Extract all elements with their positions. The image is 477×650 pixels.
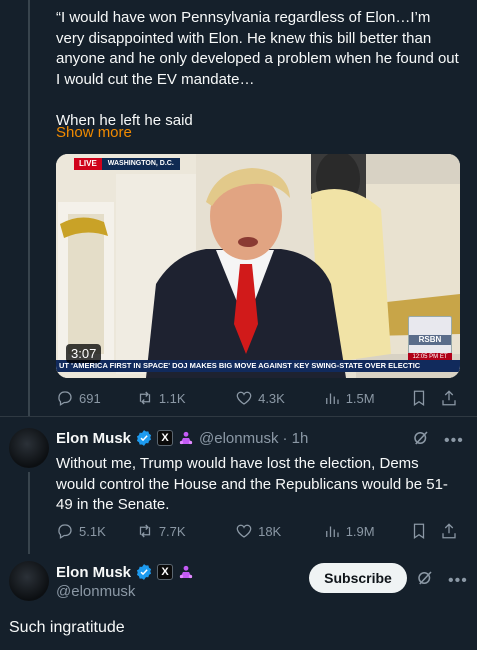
tweet-header-actions: •••	[412, 429, 464, 452]
rsbn-logo: RSBN	[408, 316, 452, 354]
like-button[interactable]: 18K	[229, 522, 317, 540]
news-ticker: UT 'AMERICA FIRST IN SPACE' DOJ MAKES BI…	[56, 360, 460, 372]
video-player[interactable]: LIVE WASHINGTON, D.C. RSBN 12:05 PM ET U…	[56, 154, 460, 378]
views-count: 1.9M	[345, 523, 375, 539]
share-button[interactable]	[440, 389, 461, 407]
share-icon	[441, 523, 456, 539]
like-icon	[236, 391, 252, 405]
tweet-header: Elon Musk X @elonmusk · 1h	[56, 429, 308, 447]
avatar[interactable]	[9, 561, 49, 601]
views-icon	[325, 393, 339, 404]
tweet-divider	[0, 416, 477, 417]
like-button[interactable]: 4.3K	[229, 389, 317, 407]
doge-icon[interactable]	[177, 563, 195, 581]
show-more-link[interactable]: Show more	[56, 124, 132, 141]
bookmark-icon	[414, 390, 425, 406]
repost-button[interactable]: 1.1K	[130, 389, 229, 407]
like-count: 18K	[258, 523, 282, 539]
location-tag: WASHINGTON, D.C.	[101, 158, 180, 170]
tweet-text: Such ingratitude	[9, 619, 125, 636]
more-icon[interactable]: •••	[448, 572, 468, 590]
share-button[interactable]	[440, 522, 461, 540]
reply-count: 5.1K	[79, 523, 106, 539]
tweet-header-actions: •••	[416, 569, 468, 592]
thread-line	[28, 472, 30, 554]
reply-count: 691	[79, 390, 101, 406]
author-handle[interactable]: @elonmusk	[56, 583, 135, 600]
reply-button[interactable]: 5.1K	[56, 522, 130, 540]
verified-icon[interactable]	[135, 563, 153, 581]
tweet-header: Elon Musk X	[56, 563, 195, 581]
x-badge-icon[interactable]: X	[157, 564, 174, 580]
repost-icon	[139, 391, 150, 405]
bookmark-button[interactable]	[410, 389, 431, 407]
repost-count: 1.1K	[158, 390, 186, 406]
x-badge-icon[interactable]: X	[157, 430, 174, 446]
network-name: RSBN	[409, 335, 451, 345]
views-button[interactable]: 1.5M	[317, 389, 407, 407]
like-icon	[236, 524, 252, 538]
tweet-actions: 691 1.1K 4.3K 1.5M	[56, 387, 461, 409]
tweet-text: “I would have won Pennsylvania regardles…	[56, 9, 459, 129]
like-count: 4.3K	[258, 390, 285, 406]
avatar[interactable]	[9, 428, 49, 468]
tweet-text: Without me, Trump would have lost the el…	[56, 455, 448, 513]
author-name[interactable]: Elon Musk	[56, 564, 131, 581]
subscribe-button[interactable]: Subscribe	[309, 563, 407, 593]
video-duration: 3:07	[66, 344, 102, 363]
views-icon	[325, 526, 339, 537]
reply-icon	[58, 524, 72, 539]
live-tag: LIVE	[74, 158, 102, 170]
grok-icon[interactable]	[412, 429, 430, 452]
views-count: 1.5M	[345, 390, 375, 406]
repost-count: 7.7K	[158, 523, 186, 539]
views-button[interactable]: 1.9M	[317, 522, 407, 540]
author-handle[interactable]: @elonmusk	[199, 430, 278, 447]
upper-tweet: “I would have won Pennsylvania regardles…	[0, 0, 477, 416]
doge-icon[interactable]	[177, 429, 195, 447]
bookmark-icon	[414, 523, 425, 539]
thread-line	[28, 0, 30, 416]
video-thumbnail	[56, 154, 460, 378]
repost-icon	[139, 524, 150, 538]
bookmark-button[interactable]	[410, 522, 431, 540]
reply-icon	[58, 391, 72, 406]
repost-button[interactable]: 7.7K	[130, 522, 229, 540]
reply-button[interactable]: 691	[56, 389, 130, 407]
author-name[interactable]: Elon Musk	[56, 430, 131, 447]
share-icon	[441, 390, 456, 406]
tweet-actions: 5.1K 7.7K 18K 1.9M	[56, 520, 461, 542]
verified-icon[interactable]	[135, 429, 153, 447]
more-icon[interactable]: •••	[444, 432, 464, 450]
grok-icon[interactable]	[416, 569, 434, 592]
live-banner: LIVE WASHINGTON, D.C.	[74, 158, 180, 170]
tweet-time[interactable]: · 1h	[282, 430, 308, 447]
